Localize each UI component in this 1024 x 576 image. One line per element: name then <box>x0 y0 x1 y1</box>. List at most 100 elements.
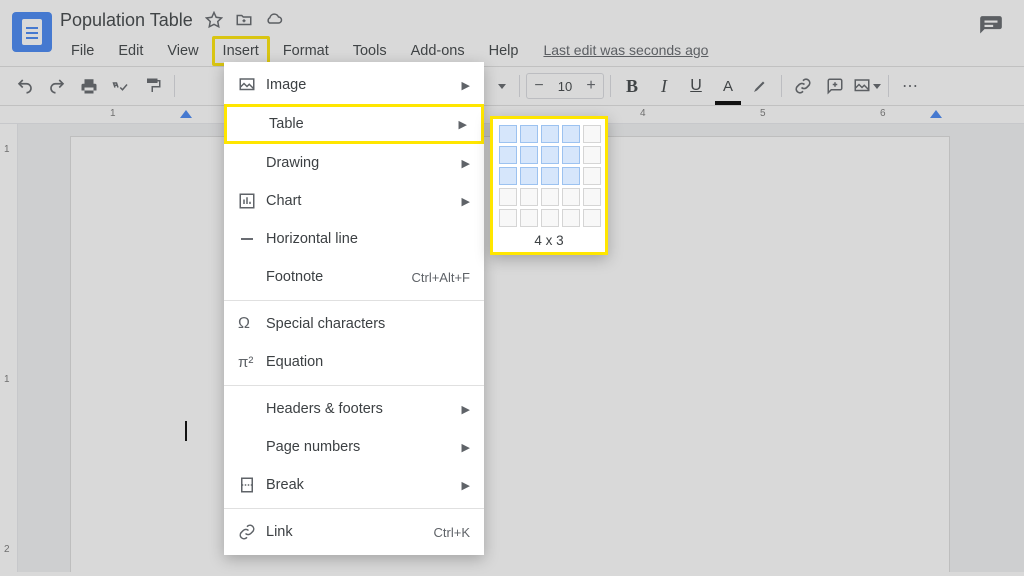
spellcheck-button[interactable] <box>106 71 136 101</box>
table-picker-cell[interactable] <box>541 167 559 185</box>
vertical-ruler[interactable]: 1 1 2 <box>0 124 18 572</box>
menu-separator <box>224 385 484 386</box>
submenu-arrow-icon: ▶ <box>462 441 470 454</box>
menu-label: Table <box>269 116 459 132</box>
insert-image-button[interactable] <box>852 71 882 101</box>
separator <box>888 75 889 97</box>
shortcut: Ctrl+Alt+F <box>411 270 470 285</box>
insert-horizontal-line[interactable]: Horizontal line <box>224 220 484 258</box>
submenu-arrow-icon: ▶ <box>462 195 470 208</box>
undo-button[interactable] <box>10 71 40 101</box>
insert-image[interactable]: Image ▶ <box>224 66 484 104</box>
insert-page-numbers[interactable]: Page numbers ▶ <box>224 428 484 466</box>
menu-label: Horizontal line <box>266 231 470 247</box>
insert-drawing[interactable]: Drawing ▶ <box>224 144 484 182</box>
star-icon[interactable] <box>205 11 223 29</box>
table-picker-cell[interactable] <box>499 146 517 164</box>
table-picker-cell[interactable] <box>583 188 601 206</box>
insert-special-characters[interactable]: Ω Special characters <box>224 305 484 343</box>
font-size-value[interactable]: 10 <box>551 79 579 94</box>
highlight-button[interactable] <box>745 71 775 101</box>
menu-label: Page numbers <box>266 439 462 455</box>
omega-icon: Ω <box>238 315 266 333</box>
table-picker-cell[interactable] <box>499 188 517 206</box>
table-picker-cell[interactable] <box>541 125 559 143</box>
menu-label: Chart <box>266 193 462 209</box>
document-title[interactable]: Population Table <box>60 10 193 31</box>
table-picker-cell[interactable] <box>562 125 580 143</box>
last-edit-link[interactable]: Last edit was seconds ago <box>543 42 708 58</box>
table-size-picker: 4 x 3 <box>490 116 608 255</box>
ruler-tick: 6 <box>880 108 886 119</box>
table-picker-cell[interactable] <box>562 146 580 164</box>
table-picker-cell[interactable] <box>541 146 559 164</box>
separator <box>174 75 175 97</box>
table-picker-cell[interactable] <box>541 188 559 206</box>
print-button[interactable] <box>74 71 104 101</box>
image-icon <box>238 76 266 94</box>
font-size-control: − 10 + <box>526 73 604 99</box>
text-color-button[interactable]: A <box>713 71 743 101</box>
font-size-increase[interactable]: + <box>579 74 603 98</box>
menu-label: Equation <box>266 354 470 370</box>
menu-file[interactable]: File <box>60 36 105 66</box>
table-picker-cell[interactable] <box>499 167 517 185</box>
menu-edit[interactable]: Edit <box>107 36 154 66</box>
table-picker-cell[interactable] <box>541 209 559 227</box>
left-indent-marker[interactable] <box>180 110 192 118</box>
insert-break[interactable]: Break ▶ <box>224 466 484 504</box>
ruler-tick: 4 <box>640 108 646 119</box>
redo-button[interactable] <box>42 71 72 101</box>
ruler-tick: 1 <box>4 374 10 385</box>
table-picker-cell[interactable] <box>520 188 538 206</box>
pi-icon: π² <box>238 354 266 371</box>
table-picker-cell[interactable] <box>520 146 538 164</box>
insert-headers-footers[interactable]: Headers & footers ▶ <box>224 390 484 428</box>
menu-label: Break <box>266 477 462 493</box>
menu-separator <box>224 300 484 301</box>
comments-icon[interactable] <box>978 14 1004 40</box>
font-size-decrease[interactable]: − <box>527 74 551 98</box>
add-comment-button[interactable] <box>820 71 850 101</box>
table-picker-cell[interactable] <box>562 188 580 206</box>
link-icon <box>238 523 266 541</box>
table-picker-cell[interactable] <box>520 167 538 185</box>
move-icon[interactable] <box>235 11 253 29</box>
menu-view[interactable]: View <box>156 36 209 66</box>
menu-label: Image <box>266 77 462 93</box>
menu-label: Link <box>266 524 434 540</box>
insert-link[interactable]: Link Ctrl+K <box>224 513 484 551</box>
table-picker-cell[interactable] <box>562 167 580 185</box>
table-picker-cell[interactable] <box>520 209 538 227</box>
menu-help[interactable]: Help <box>478 36 530 66</box>
bold-button[interactable]: B <box>617 71 647 101</box>
table-picker-cell[interactable] <box>583 209 601 227</box>
right-indent-marker[interactable] <box>930 110 942 118</box>
chart-icon <box>238 192 266 210</box>
ruler-tick: 2 <box>4 544 10 555</box>
italic-button[interactable]: I <box>649 71 679 101</box>
insert-footnote[interactable]: Footnote Ctrl+Alt+F <box>224 258 484 296</box>
submenu-arrow-icon: ▶ <box>459 118 467 131</box>
insert-chart[interactable]: Chart ▶ <box>224 182 484 220</box>
submenu-arrow-icon: ▶ <box>462 479 470 492</box>
table-picker-cell[interactable] <box>562 209 580 227</box>
more-toolbar-button[interactable]: ⋯ <box>895 71 925 101</box>
table-picker-cell[interactable] <box>499 209 517 227</box>
cloud-status-icon[interactable] <box>265 11 283 29</box>
insert-equation[interactable]: π² Equation <box>224 343 484 381</box>
separator <box>781 75 782 97</box>
table-picker-cell[interactable] <box>520 125 538 143</box>
insert-link-button[interactable] <box>788 71 818 101</box>
table-picker-cell[interactable] <box>583 125 601 143</box>
toolbar: − 10 + B I U A ⋯ <box>0 66 1024 106</box>
table-picker-cell[interactable] <box>583 146 601 164</box>
docs-logo[interactable] <box>12 12 52 52</box>
menu-label: Drawing <box>266 155 462 171</box>
table-picker-cell[interactable] <box>583 167 601 185</box>
table-picker-cell[interactable] <box>499 125 517 143</box>
paint-format-button[interactable] <box>138 71 168 101</box>
underline-button[interactable]: U <box>681 71 711 101</box>
submenu-arrow-icon: ▶ <box>462 157 470 170</box>
insert-table[interactable]: Table ▶ <box>224 104 484 144</box>
